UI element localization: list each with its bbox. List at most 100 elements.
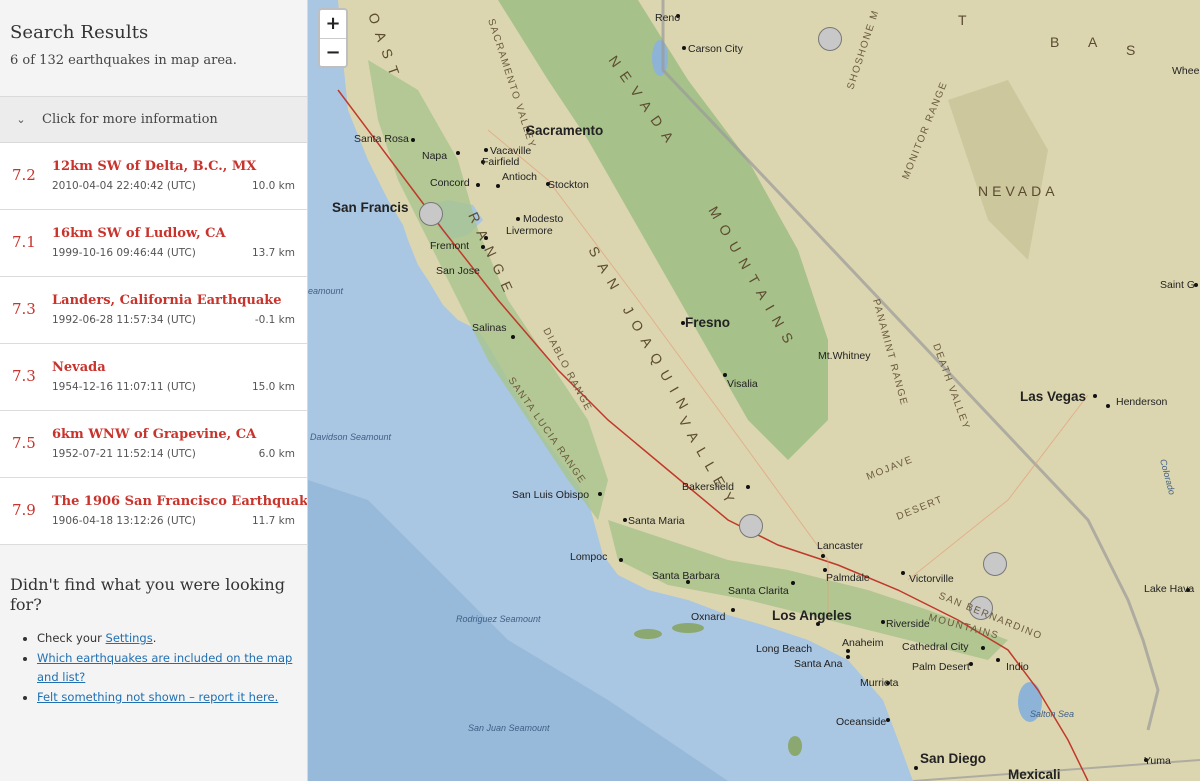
region-label-basin-b: B	[1050, 34, 1063, 50]
included-earthquakes-link[interactable]: Which earthquakes are included on the ma…	[37, 651, 292, 684]
results-sidebar: Search Results 6 of 132 earthquakes in m…	[0, 0, 308, 781]
city-label-santa-barbara: Santa Barbara	[652, 570, 720, 582]
state-label-nevada: NEVADA	[978, 183, 1059, 199]
earthquake-magnitude: 7.9	[12, 501, 36, 519]
earthquake-place: 12km SW of Delta, B.C., MX	[52, 159, 257, 174]
earthquake-magnitude: 7.3	[12, 300, 36, 318]
earthquake-map[interactable]: Reno Carson City Sacramento Santa Rosa N…	[308, 0, 1200, 781]
city-label-napa: Napa	[422, 150, 447, 162]
city-label-lancaster: Lancaster	[817, 540, 864, 552]
earthquake-time: 1952-07-21 11:52:14 (UTC)	[52, 448, 196, 460]
region-label-basin-s: S	[1126, 42, 1139, 58]
city-label-palmdale: Palmdale	[826, 572, 870, 584]
city-label-henderson: Henderson	[1116, 396, 1168, 408]
help-item-included: Which earthquakes are included on the ma…	[37, 649, 297, 687]
city-label-fremont: Fremont	[430, 240, 469, 252]
city-label-yuma: Yuma	[1144, 755, 1171, 767]
city-label-fresno: Fresno	[685, 315, 730, 330]
results-count: 6 of 132 earthquakes in map area.	[10, 53, 237, 68]
earthquake-depth: 10.0 km	[251, 180, 295, 192]
earthquake-magnitude: 7.5	[12, 434, 36, 452]
city-label-lake-havasu: Lake Hava	[1144, 583, 1194, 595]
city-label-antioch: Antioch	[502, 171, 537, 183]
city-label-carson-city: Carson City	[688, 43, 744, 55]
city-label-livermore: Livermore	[506, 225, 553, 237]
region-label-basin-a: A	[1088, 34, 1101, 50]
city-label-oxnard: Oxnard	[691, 611, 726, 623]
earthquake-place: The 1906 San Francisco Earthquake	[52, 494, 308, 509]
earthquake-depth: 15.0 km	[251, 381, 295, 393]
city-label-long-beach: Long Beach	[756, 643, 812, 655]
results-title: Search Results	[10, 22, 149, 43]
earthquake-marker[interactable]	[818, 27, 842, 51]
water-label-rodriguez-seamount: Rodriguez Seamount	[456, 614, 541, 624]
earthquake-marker[interactable]	[983, 552, 1007, 576]
earthquake-time: 1954-12-16 11:07:11 (UTC)	[52, 381, 196, 393]
region-label-basin-t: T	[958, 12, 971, 28]
help-item-report: Felt something not shown – report it her…	[37, 688, 297, 707]
results-header: Search Results 6 of 132 earthquakes in m…	[0, 0, 307, 97]
earthquake-magnitude: 7.2	[12, 166, 36, 184]
city-label-santa-maria: Santa Maria	[628, 515, 685, 527]
settings-link[interactable]: Settings	[106, 631, 153, 645]
channel-island	[634, 629, 662, 639]
help-list: Check your Settings. Which earthquakes a…	[10, 629, 297, 707]
earthquake-place: Nevada	[52, 360, 106, 375]
zoom-in-button[interactable]: +	[320, 10, 346, 38]
earthquake-item[interactable]: 7.3 Landers, California Earthquake 1992-…	[0, 277, 307, 344]
city-label-mexicali: Mexicali	[1008, 767, 1061, 781]
report-felt-link[interactable]: Felt something not shown – report it her…	[37, 690, 278, 704]
city-label-cathedral-city: Cathedral City	[902, 641, 969, 653]
earthquake-item[interactable]: 7.5 6km WNW of Grapevine, CA 1952-07-21 …	[0, 411, 307, 478]
city-label-reno: Reno	[655, 12, 680, 24]
city-label-las-vegas: Las Vegas	[1020, 389, 1086, 404]
city-label-visalia: Visalia	[727, 378, 758, 390]
earthquake-magnitude: 7.3	[12, 367, 36, 385]
city-label-modesto: Modesto	[523, 213, 563, 225]
help-item-suffix: .	[152, 631, 157, 645]
city-label-san-diego: San Diego	[920, 751, 986, 766]
earthquake-depth: -0.1 km	[254, 314, 295, 326]
earthquake-item[interactable]: 7.2 12km SW of Delta, B.C., MX 2010-04-0…	[0, 143, 307, 210]
earthquake-place: 6km WNW of Grapevine, CA	[52, 427, 257, 442]
water-label-salton-sea: Salton Sea	[1030, 709, 1074, 719]
earthquake-item[interactable]: 7.9 The 1906 San Francisco Earthquake 19…	[0, 478, 307, 545]
earthquake-time: 2010-04-04 22:40:42 (UTC)	[52, 180, 196, 192]
water-label-pioneer-seamount: eamount	[308, 286, 344, 296]
earthquake-place: 16km SW of Ludlow, CA	[52, 226, 226, 241]
water-label-davidson-seamount: Davidson Seamount	[310, 432, 392, 442]
earthquake-item[interactable]: 7.1 16km SW of Ludlow, CA 1999-10-16 09:…	[0, 210, 307, 277]
earthquake-time: 1906-04-18 13:12:26 (UTC)	[52, 515, 196, 527]
city-label-victorville: Victorville	[909, 573, 954, 585]
city-label-concord: Concord	[430, 177, 470, 189]
channel-island	[788, 736, 802, 756]
earthquake-depth: 11.7 km	[251, 515, 295, 527]
earthquake-magnitude: 7.1	[12, 233, 36, 251]
help-section: Didn't find what you were looking for? C…	[0, 545, 307, 707]
city-label-santa-rosa: Santa Rosa	[354, 133, 409, 145]
more-info-toggle[interactable]: ⌄ Click for more information	[0, 97, 307, 143]
help-item-settings: Check your Settings.	[37, 629, 297, 648]
earthquake-marker[interactable]	[739, 514, 763, 538]
earthquake-item[interactable]: 7.3 Nevada 1954-12-16 11:07:11 (UTC) 15.…	[0, 344, 307, 411]
city-label-santa-ana: Santa Ana	[794, 658, 843, 670]
city-label-fairfield: Fairfield	[482, 156, 520, 168]
city-label-los-angeles: Los Angeles	[772, 608, 852, 623]
water-label-san-juan-seamount: San Juan Seamount	[468, 723, 550, 733]
zoom-control: + −	[318, 8, 348, 68]
city-label-san-francisco: San Francis	[332, 200, 409, 215]
earthquake-marker[interactable]	[419, 202, 443, 226]
zoom-out-button[interactable]: −	[320, 38, 346, 66]
help-item-prefix: Check your	[37, 631, 106, 645]
city-label-anaheim: Anaheim	[842, 637, 884, 649]
earthquake-time: 1992-06-28 11:57:34 (UTC)	[52, 314, 196, 326]
city-label-san-jose: San Jose	[436, 265, 480, 277]
city-label-saint-george: Saint G	[1160, 279, 1195, 291]
city-label-lompoc: Lompoc	[570, 551, 607, 563]
city-label-san-luis-obispo: San Luis Obispo	[512, 489, 589, 501]
chevron-down-icon: ⌄	[16, 113, 26, 126]
city-label-palm-desert: Palm Desert	[912, 661, 970, 673]
city-label-indio: Indio	[1006, 661, 1029, 673]
city-label-stockton: Stockton	[548, 179, 589, 191]
city-label-santa-clarita: Santa Clarita	[728, 585, 789, 597]
